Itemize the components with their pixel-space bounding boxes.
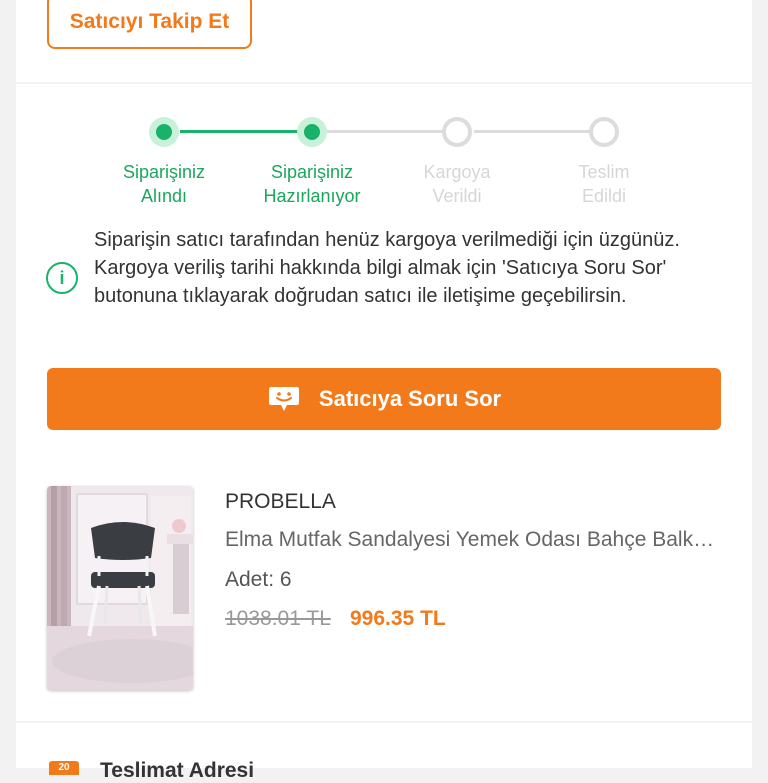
step-connector-1 bbox=[180, 130, 312, 133]
calendar-icon: 20 bbox=[49, 761, 79, 775]
step-dot-delivered bbox=[589, 117, 619, 147]
step-dot-shipped bbox=[442, 117, 472, 147]
order-status-card: Siparişiniz Alındı Siparişiniz Hazırlanıyo… bbox=[16, 84, 752, 721]
step-label-received: Siparişiniz Alındı bbox=[122, 162, 206, 206]
step-label-shipped: Kargoya Verildi bbox=[423, 162, 491, 206]
new-price: 996.35 TL bbox=[350, 607, 446, 630]
notice-text: Siparişin satıcı tarafından henüz kargoy… bbox=[94, 229, 680, 307]
follow-seller-button[interactable]: Satıcıyı Takip Et bbox=[47, 0, 252, 49]
seller-card: Satıcıyı Takip Et bbox=[16, 0, 752, 82]
product-image[interactable] bbox=[47, 486, 193, 690]
ask-seller-button[interactable]: Satıcıya Soru Sor bbox=[47, 368, 721, 430]
step-dot-preparing bbox=[297, 117, 327, 147]
info-icon: i bbox=[46, 262, 78, 294]
follow-seller-label: Satıcıyı Takip Et bbox=[69, 9, 230, 33]
step-label-delivered: Teslim Edildi bbox=[578, 162, 630, 206]
delivery-address-card[interactable]: 20 Teslimat Adresi bbox=[16, 723, 752, 782]
step-connector-2 bbox=[327, 130, 459, 133]
ask-seller-label: Satıcıya Soru Sor bbox=[318, 386, 502, 411]
delivery-address-label: Teslimat Adresi bbox=[100, 759, 255, 782]
product-brand: PROBELLA bbox=[225, 490, 336, 513]
step-dot-received bbox=[149, 117, 179, 147]
chat-bubble-icon bbox=[267, 385, 301, 413]
step-connector-3 bbox=[474, 130, 606, 133]
product-name[interactable]: Elma Mutfak Sandalyesi Yemek Odası Bahçe… bbox=[225, 528, 725, 552]
step-label-preparing: Siparişiniz Hazırlanıyor bbox=[263, 162, 361, 206]
product-quantity: Adet: 6 bbox=[225, 568, 292, 591]
old-price: 1038.01 TL bbox=[225, 607, 331, 630]
